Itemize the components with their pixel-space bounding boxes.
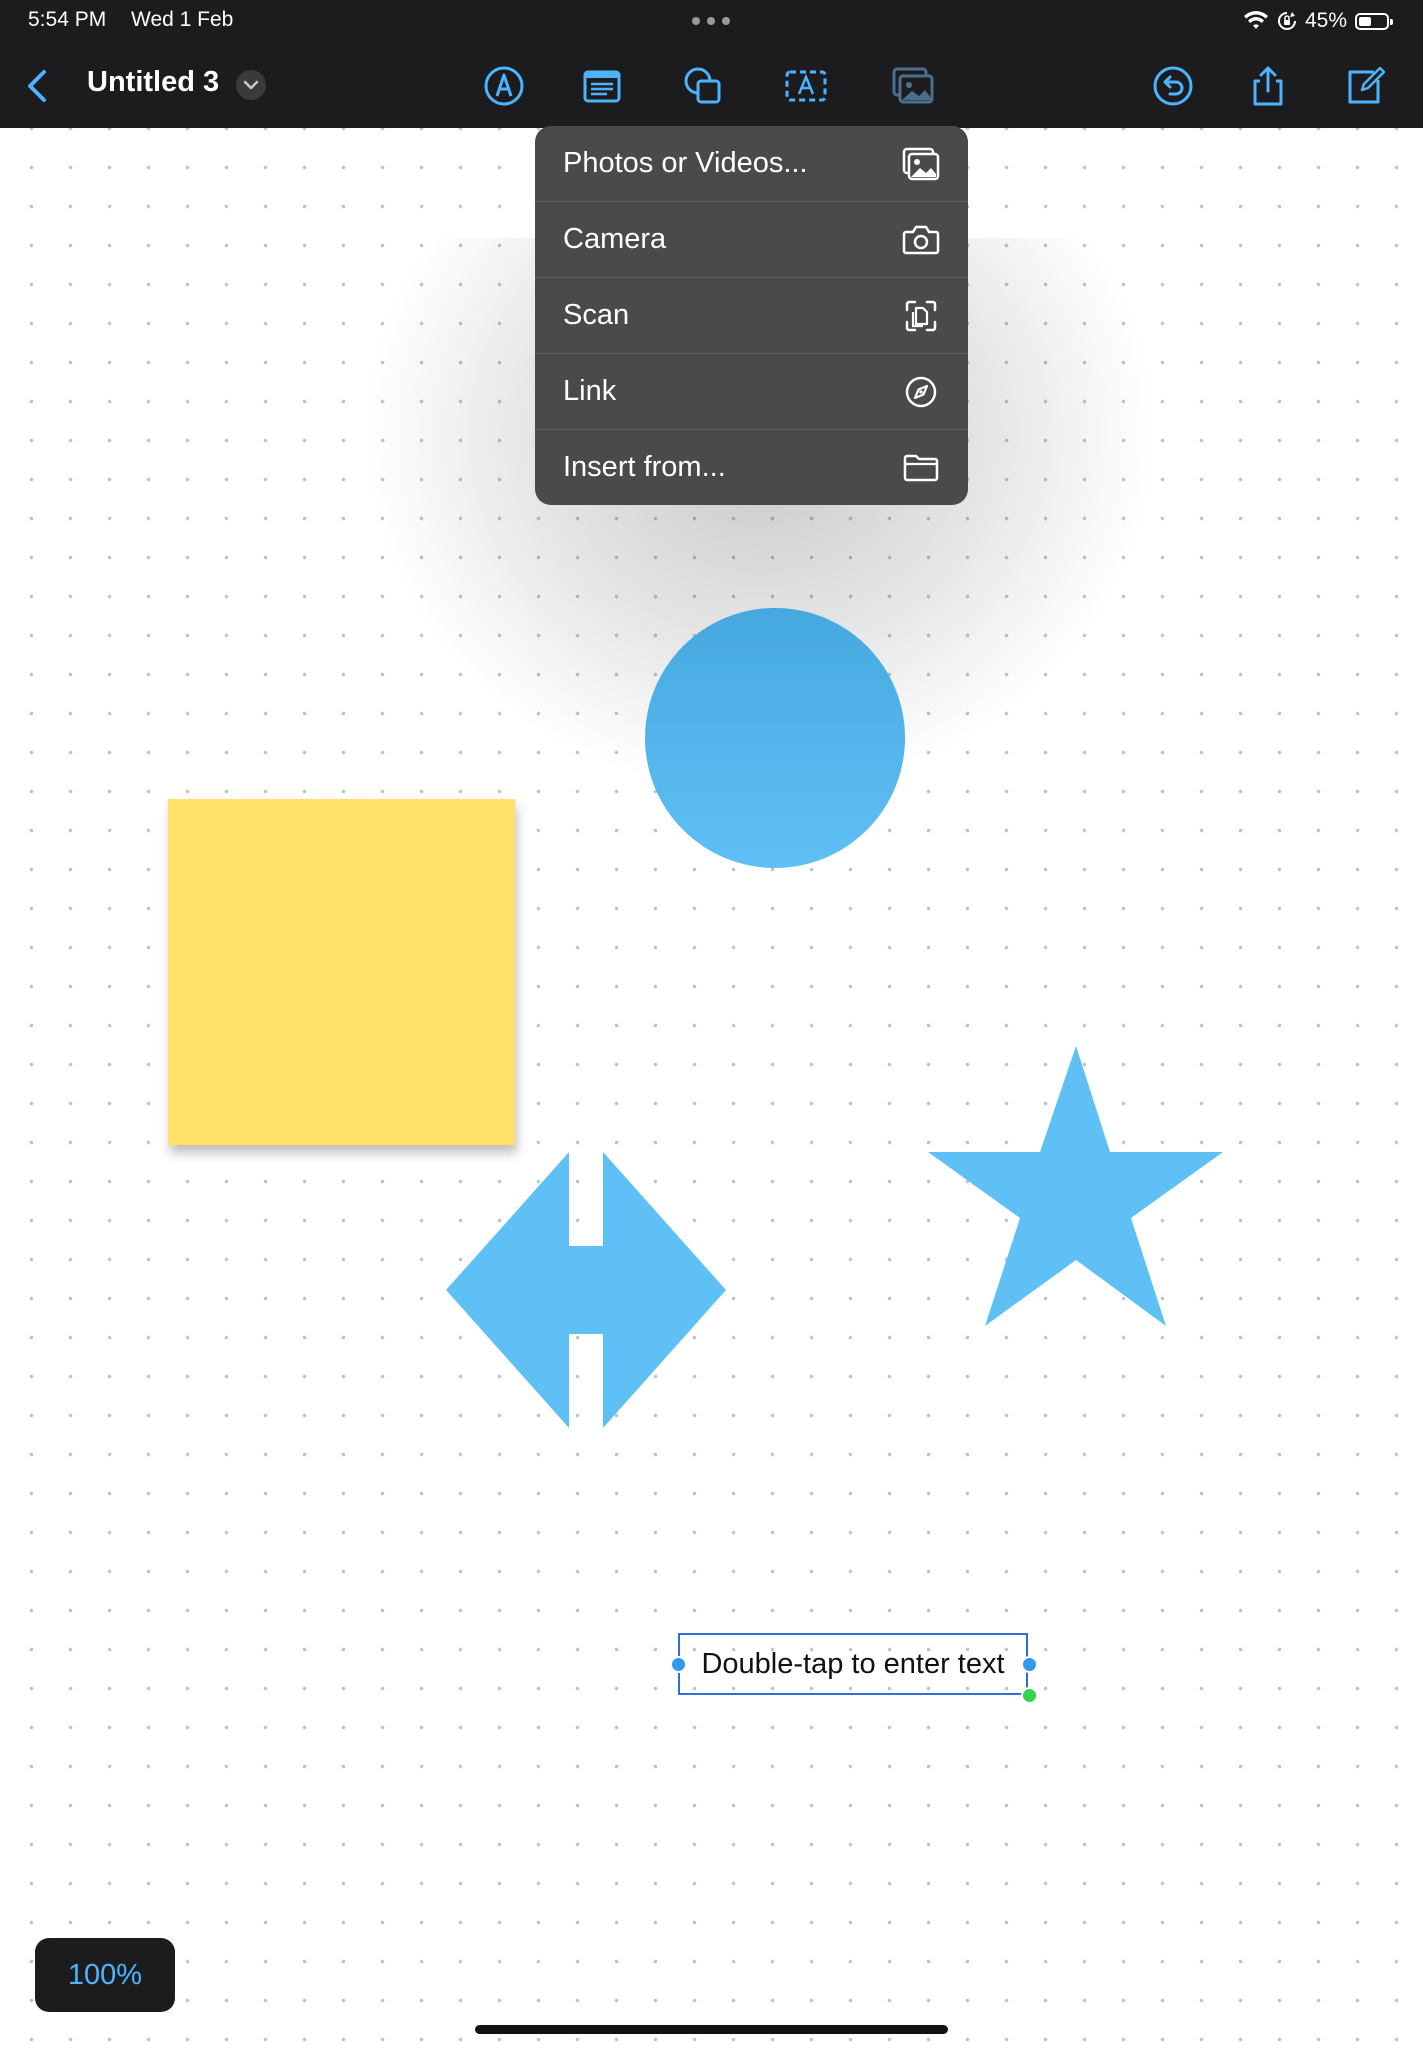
menu-item-label: Link — [563, 375, 617, 407]
menu-item-scan[interactable]: Scan — [535, 278, 968, 354]
menu-item-insert-from[interactable]: Insert from... — [535, 430, 968, 505]
text-box-resize-handle[interactable] — [1021, 1687, 1038, 1704]
insert-media-menu: Photos or Videos... Camera Scan Link Ins… — [535, 126, 968, 505]
undo-icon — [1153, 66, 1193, 106]
menu-item-label: Photos or Videos... — [563, 147, 808, 179]
status-date: Wed 1 Feb — [131, 8, 234, 31]
share-icon — [1253, 66, 1283, 106]
text-box-left-handle[interactable] — [670, 1656, 687, 1673]
battery-percentage: 45% — [1304, 9, 1347, 32]
battery-icon — [1355, 12, 1393, 30]
menu-item-label: Insert from... — [563, 451, 726, 483]
zoom-level-button[interactable]: 100% — [35, 1938, 175, 2012]
undo-button[interactable] — [1149, 62, 1197, 110]
shapes-button[interactable] — [679, 62, 727, 110]
double-arrow-shape[interactable] — [446, 1152, 726, 1432]
compass-icon — [905, 376, 937, 407]
menu-item-photos-or-videos[interactable]: Photos or Videos... — [535, 126, 968, 202]
status-time: 5:54 PM — [28, 8, 107, 31]
pen-tool-button[interactable] — [480, 62, 528, 110]
note-button[interactable] — [578, 62, 626, 110]
text-box-button[interactable] — [782, 62, 830, 110]
zoom-level: 100% — [67, 1958, 143, 1991]
orientation-lock-icon — [1278, 12, 1296, 30]
shapes-icon — [684, 67, 721, 104]
compose-icon — [1348, 66, 1386, 104]
sticky-note[interactable] — [168, 799, 515, 1145]
menu-item-camera[interactable]: Camera — [535, 202, 968, 278]
menu-item-link[interactable]: Link — [535, 354, 968, 430]
wifi-icon — [1243, 11, 1268, 29]
back-chevron-icon[interactable] — [18, 64, 58, 108]
media-button[interactable] — [889, 62, 937, 110]
scan-icon — [905, 300, 937, 331]
text-box-icon — [785, 70, 827, 102]
pen-tool-icon — [484, 66, 524, 106]
note-icon — [583, 70, 621, 103]
circle-shape[interactable] — [645, 608, 905, 868]
chevron-down-icon — [243, 80, 259, 90]
menu-item-label: Camera — [563, 223, 667, 255]
document-title[interactable]: Untitled 3 — [87, 66, 219, 99]
home-indicator[interactable] — [475, 2025, 948, 2034]
menu-item-label: Scan — [563, 299, 630, 331]
multitasking-dots-icon[interactable] — [691, 16, 731, 26]
text-box[interactable]: Double-tap to enter text — [678, 1633, 1028, 1695]
camera-icon — [902, 225, 940, 254]
text-box-right-handle[interactable] — [1021, 1656, 1038, 1673]
status-indicators: 45% — [1243, 9, 1393, 33]
battery-level — [1359, 16, 1371, 26]
compose-button[interactable] — [1342, 62, 1390, 110]
text-box-placeholder: Double-tap to enter text — [701, 1647, 1005, 1680]
title-menu-button[interactable] — [236, 70, 266, 100]
folder-icon — [903, 454, 939, 481]
star-shape[interactable] — [926, 1046, 1226, 1332]
share-button[interactable] — [1244, 62, 1292, 110]
top-toolbar: 5:54 PM Wed 1 Feb 45% Untitled 3 — [0, 0, 1423, 128]
media-icon — [892, 67, 934, 104]
photos-icon — [902, 147, 940, 180]
